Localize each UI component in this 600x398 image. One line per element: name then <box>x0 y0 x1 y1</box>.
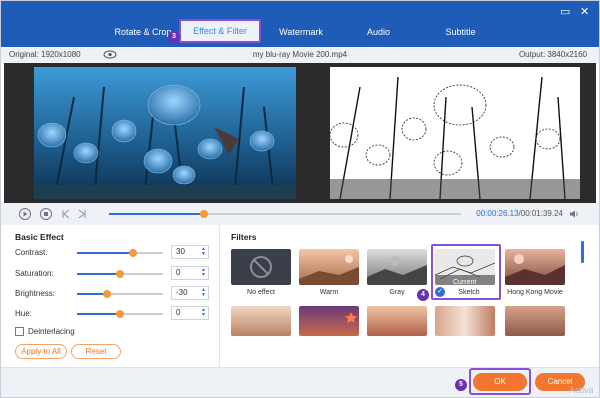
tab-rotate-crop[interactable]: Rotate & Crop <box>113 27 173 37</box>
saturation-slider-thumb[interactable] <box>116 270 124 278</box>
file-name: my blu-ray Movie 200.mp4 <box>252 50 348 59</box>
hue-slider[interactable] <box>77 310 163 318</box>
play-icon <box>23 211 28 217</box>
hue-value: 0 <box>176 308 181 317</box>
contrast-slider-thumb[interactable] <box>128 249 137 257</box>
brightness-label: Brightness: <box>15 289 56 298</box>
filter-no-effect[interactable] <box>231 249 291 285</box>
stop-icon <box>44 212 48 216</box>
close-icon[interactable]: ✕ <box>580 5 589 18</box>
saturation-slider[interactable] <box>77 270 163 278</box>
contrast-input[interactable]: 30 ▲ ▼ <box>171 245 209 259</box>
contrast-slider[interactable] <box>77 249 163 257</box>
timecode: 00:00:26.13/00:01:39.24 <box>476 209 563 218</box>
filter-row2-3[interactable] <box>367 306 427 336</box>
filter-warm-label: Warm <box>319 289 339 296</box>
contrast-slider-fill <box>77 252 133 254</box>
hue-slider-fill <box>77 313 120 315</box>
minimize-icon[interactable]: ▭ <box>560 5 570 18</box>
filter-row2-4[interactable] <box>435 306 495 336</box>
brightness-value: -30 <box>176 288 188 297</box>
filter-hong-kong-movie[interactable] <box>505 249 565 285</box>
contrast-stepper[interactable]: ▲ ▼ <box>201 247 206 257</box>
filter-sketch-label: Sketch <box>458 289 480 296</box>
tab-subtitle[interactable]: Subtitle <box>433 27 488 37</box>
progress-fill <box>109 213 205 215</box>
reset-button[interactable]: Reset <box>71 344 121 359</box>
filter-warm[interactable] <box>299 249 359 285</box>
progress-thumb[interactable] <box>200 210 209 218</box>
filter-row2-2[interactable] <box>299 306 359 336</box>
current-time: 00:00:26.13 <box>476 209 519 218</box>
filter-row2-1[interactable] <box>231 306 291 336</box>
editor-window: Rotate & Crop Watermark Audio Subtitle ▭… <box>0 0 600 398</box>
brightness-slider-thumb[interactable] <box>103 290 112 298</box>
playback-bar: 00:00:26.13/00:01:39.24 <box>1 203 599 225</box>
output-resolution: Output: 3840x2160 <box>518 50 587 59</box>
current-tag: Current <box>453 279 477 286</box>
step-badge-4: 4 <box>417 289 429 301</box>
apply-to-all-button[interactable]: Apply to All <box>15 344 67 359</box>
preview-area <box>4 63 596 203</box>
filters-title: Filters <box>231 232 257 242</box>
play-button[interactable] <box>19 208 31 220</box>
step-badge-5: 5 <box>455 379 467 391</box>
saturation-stepper[interactable]: ▲ ▼ <box>201 268 206 278</box>
tab-effect-filter[interactable]: Effect & Filter <box>179 19 261 43</box>
tab-bar: Rotate & Crop Watermark Audio Subtitle ▭… <box>1 1 599 47</box>
next-frame-icon[interactable] <box>77 209 87 219</box>
brightness-slider[interactable] <box>77 290 163 298</box>
stop-button[interactable] <box>40 208 52 220</box>
saturation-value: 0 <box>176 268 181 277</box>
saturation-slider-fill <box>77 273 120 275</box>
filter-row2-5[interactable] <box>505 306 565 336</box>
brightness-stepper[interactable]: ▲ ▼ <box>201 288 206 298</box>
contrast-value: 30 <box>176 247 185 256</box>
saturation-input[interactable]: 0 ▲ ▼ <box>171 266 209 280</box>
brightness-input[interactable]: -30 ▲ ▼ <box>171 286 209 300</box>
hue-stepper[interactable]: ▲ ▼ <box>201 308 206 318</box>
output-preview <box>330 67 580 199</box>
hue-label: Hue: <box>15 309 32 318</box>
filter-no-effect-label: No effect <box>247 289 275 296</box>
original-preview <box>34 67 296 199</box>
hue-slider-thumb[interactable] <box>116 310 124 318</box>
filter-gray[interactable] <box>367 249 427 285</box>
prev-frame-icon[interactable] <box>61 209 71 219</box>
ok-button[interactable]: OK <box>473 373 527 391</box>
hue-input[interactable]: 0 ▲ ▼ <box>171 306 209 320</box>
info-bar: Original: 1920x1080 my blu-ray Movie 200… <box>1 47 599 63</box>
section-divider <box>219 225 220 367</box>
volume-icon[interactable] <box>569 209 579 219</box>
filters-scrollbar[interactable] <box>581 241 584 263</box>
deinterlacing-checkbox[interactable] <box>15 327 24 336</box>
basic-effect-title: Basic Effect <box>15 232 64 242</box>
activation-watermark: Activa <box>569 385 594 395</box>
filter-hong-kong-movie-label: Hong Kong Movie <box>507 289 563 296</box>
tab-watermark[interactable]: Watermark <box>271 27 331 37</box>
saturation-label: Saturation: <box>15 269 54 278</box>
tab-effect-filter-label: Effect & Filter <box>193 26 247 36</box>
progress-track[interactable] <box>109 210 461 218</box>
deinterlacing-label: Deinterlacing <box>28 327 75 336</box>
tab-audio[interactable]: Audio <box>356 27 401 37</box>
total-time: /00:01:39.24 <box>518 209 563 218</box>
step-badge-3: 3 <box>168 31 180 43</box>
contrast-label: Contrast: <box>15 248 48 257</box>
no-effect-icon <box>250 256 272 278</box>
